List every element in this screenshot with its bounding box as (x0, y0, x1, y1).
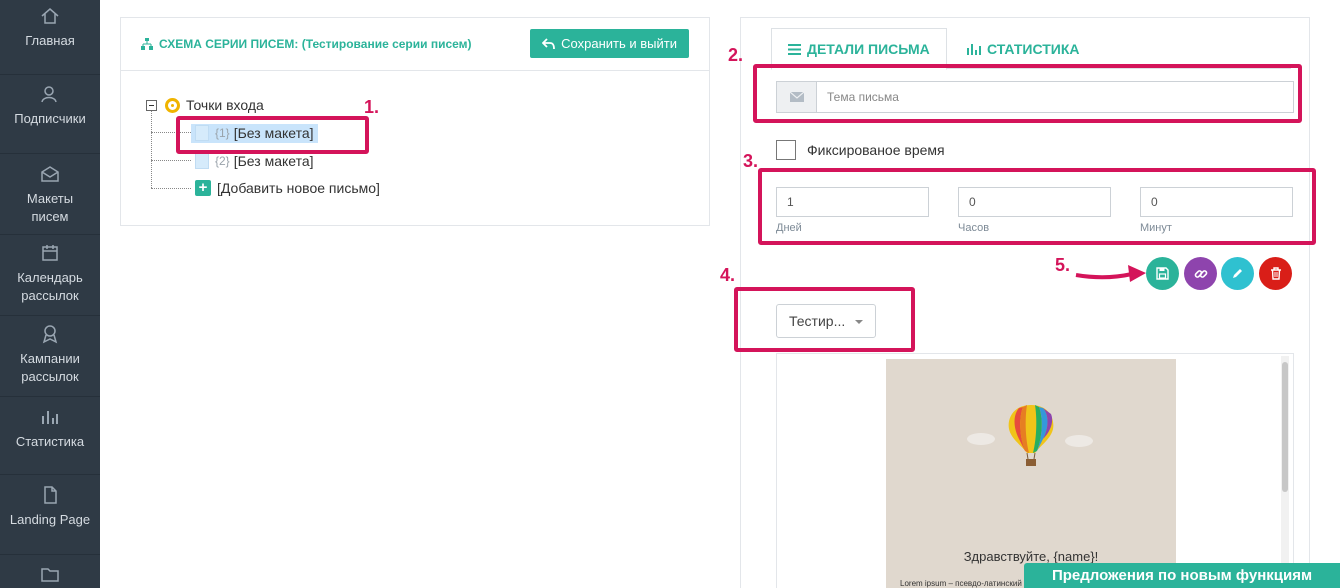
save-and-exit-button[interactable]: Сохранить и выйти (530, 29, 689, 58)
campaign-icon (42, 325, 58, 344)
page-icon (44, 486, 57, 504)
sitemap-icon (141, 38, 153, 50)
sidebar-item-label: Календарь рассылок (17, 270, 83, 303)
letter-number: {2} (215, 154, 230, 168)
preview-card: Здравствуйте, {name}! Lorem ipsum – псев… (886, 359, 1176, 588)
statistics-icon (42, 411, 58, 424)
pencil-icon (1233, 269, 1242, 278)
schema-title: СХЕМА СЕРИИ ПИСЕМ: (Тестирование серии п… (141, 37, 472, 51)
letter-doc-icon (195, 153, 209, 169)
feature-suggestions-button[interactable]: Предложения по новым функциям (1024, 563, 1340, 588)
sidebar-item-templates[interactable]: Макеты писем (0, 154, 100, 235)
annotation-box-1 (176, 116, 369, 154)
annotation-arrow (1075, 265, 1146, 282)
sidebar-item-label: Макеты писем (26, 191, 74, 224)
entry-point-icon (165, 97, 180, 113)
letter-preview[interactable]: Здравствуйте, {name}! Lorem ipsum – псев… (776, 353, 1294, 588)
letter-label: [Без макета] (233, 153, 314, 169)
annotation-box-3 (758, 168, 1316, 245)
preview-lorem: Lorem ipsum – псевдо-латинский т (900, 579, 1028, 588)
save-icon (1156, 267, 1169, 280)
fixed-time-label: Фиксированое время (807, 142, 945, 158)
plus-icon: + (195, 180, 211, 196)
add-letter-label: [Добавить новое письмо] (217, 180, 380, 196)
sidebar-item-campaigns[interactable]: Кампании рассылок (0, 316, 100, 397)
save-and-exit-label: Сохранить и выйти (561, 36, 677, 51)
schema-header: СХЕМА СЕРИИ ПИСЕМ: (Тестирование серии п… (121, 18, 709, 71)
home-icon (41, 8, 59, 24)
sidebar-item-landing[interactable]: Landing Page (0, 475, 100, 555)
tree-add-letter[interactable]: + [Добавить новое письмо] (191, 180, 380, 196)
mail-template-icon (41, 166, 59, 182)
link-button[interactable] (1184, 257, 1217, 290)
annotation-number-4: 4. (720, 265, 736, 285)
sidebar-item-label: Главная (25, 33, 75, 48)
trash-icon (1270, 267, 1281, 280)
sidebar-item-label: Landing Page (9, 512, 91, 527)
subscribers-icon (41, 86, 57, 103)
tree-letter-2[interactable]: {2} [Без макета] (191, 153, 314, 169)
save-letter-button[interactable] (1146, 257, 1179, 290)
sidebar-item-label: Подписчики (14, 111, 86, 126)
schema-title-text: СХЕМА СЕРИИ ПИСЕМ: (Тестирование серии п… (159, 37, 472, 51)
sidebar-item-calendar[interactable]: Календарь рассылок (0, 235, 100, 316)
sidebar-item-statistics[interactable]: Статистика (0, 397, 100, 475)
annotation-number-2: 2. (728, 45, 744, 65)
sidebar-item-label: Статистика (15, 434, 85, 449)
calendar-icon (42, 245, 58, 261)
preview-scrollbar[interactable] (1281, 356, 1289, 588)
bar-chart-icon (967, 43, 981, 55)
folder-icon (41, 568, 59, 582)
annotation-box-2 (753, 64, 1302, 123)
collapse-toggle[interactable] (146, 99, 157, 111)
edit-button[interactable] (1221, 257, 1254, 290)
annotation-number-5: 5. (1055, 255, 1071, 275)
sidebar: Главная Подписчики Макеты писем Календар… (0, 0, 100, 588)
annotation-number-1: 1. (364, 97, 380, 117)
delete-button[interactable] (1259, 257, 1292, 290)
preview-greeting: Здравствуйте, {name}! (963, 549, 1099, 564)
tab-statistics[interactable]: СТАТИСТИКА (951, 28, 1096, 69)
link-icon (1194, 269, 1207, 278)
tree-root: Точки входа (146, 97, 264, 113)
sidebar-item-label: Кампании рассылок (20, 351, 80, 384)
reply-icon (542, 37, 556, 49)
tree-root-label: Точки входа (186, 97, 264, 113)
fixed-time-checkbox[interactable] (776, 140, 796, 160)
balloon-icon (967, 405, 1093, 466)
fixed-time-row: Фиксированое время (776, 140, 945, 160)
sidebar-item-home[interactable]: Главная (0, 0, 100, 75)
annotation-number-3: 3. (743, 151, 759, 171)
list-icon (788, 43, 801, 55)
sidebar-item-folder[interactable] (0, 555, 100, 588)
details-tabs: ДЕТАЛИ ПИСЬМА СТАТИСТИКА (771, 28, 1291, 70)
annotation-box-4 (734, 287, 915, 352)
tab-label: СТАТИСТИКА (987, 40, 1080, 57)
sidebar-item-subscribers[interactable]: Подписчики (0, 75, 100, 154)
tab-label: ДЕТАЛИ ПИСЬМА (807, 41, 930, 57)
feature-suggestions-label: Предложения по новым функциям (1051, 567, 1313, 584)
